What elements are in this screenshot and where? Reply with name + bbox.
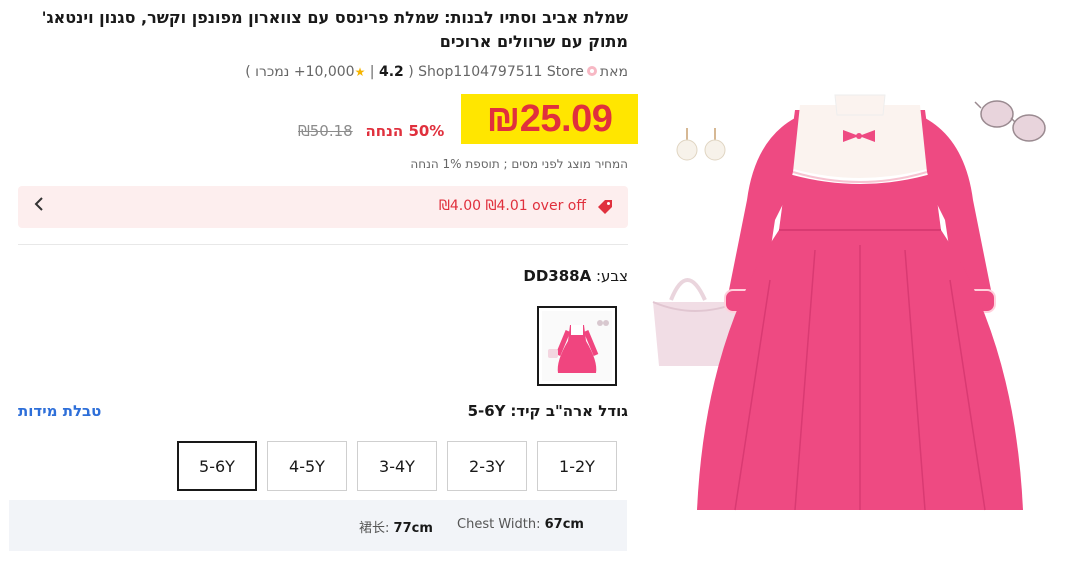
chest-width-value: 67cm <box>544 517 584 532</box>
star-icon: ★ <box>354 65 366 79</box>
sold-prefix: + <box>293 64 306 80</box>
length-measure: 裙长: 77cm <box>359 517 433 536</box>
price-highlight: ₪25.09 <box>461 94 638 144</box>
size-option-4-5y[interactable]: 4-5Y <box>267 441 347 491</box>
product-title: שמלת אביב וסתיו לבנות: שמלת פרינסס עם צו… <box>41 8 628 51</box>
size-options: 5-6Y 4-5Y 3-4Y 2-3Y 1-2Y <box>177 441 617 491</box>
coupon-text: ₪4.00 ₪4.01 over off <box>438 198 586 214</box>
store-icon <box>586 66 597 76</box>
size-chart-link[interactable]: טבלת מידות <box>18 402 101 420</box>
color-swatch-dd388a[interactable] <box>537 306 617 386</box>
store-name-link[interactable]: Shop1104797511 Store <box>418 64 584 80</box>
original-price: ₪50.18 <box>298 122 353 140</box>
sunglasses-accessory <box>974 100 1046 142</box>
size-value: 5-6Y <box>467 402 506 420</box>
current-price: ₪25.09 <box>486 97 613 140</box>
size-measurements: Chest Width: 67cm 裙长: 77cm <box>9 500 627 551</box>
coupon-banner[interactable]: ₪4.00 ₪4.01 over off <box>18 186 628 228</box>
size-option-1-2y[interactable]: 1-2Y <box>537 441 617 491</box>
discount-line: ₪50.18 50% הנחה <box>298 122 444 140</box>
chest-width-label: Chest Width: <box>457 517 541 532</box>
earrings-accessory <box>676 128 726 161</box>
color-row: צבע: DD388A <box>523 267 628 285</box>
sold-label: נמכרו <box>255 64 290 80</box>
pink-dress <box>697 94 1023 511</box>
size-option-5-6y[interactable]: 5-6Y <box>177 441 257 491</box>
store-prefix: מאת <box>599 64 628 80</box>
rating-value: 4.2 <box>378 64 404 80</box>
tax-note: המחיר מוצג לפני מסים ; תוספת 1% הנחה <box>410 157 628 171</box>
swatch-thumbnail-image <box>542 311 612 381</box>
length-value: 77cm <box>393 521 433 536</box>
section-divider <box>18 244 628 245</box>
store-line: מאתShop1104797511 Store ( 10,000★ | 4.2+… <box>245 64 628 80</box>
chevron-left-icon[interactable] <box>34 196 44 216</box>
followers-count: 10,000 <box>305 64 355 80</box>
product-main-image[interactable] <box>645 80 1065 540</box>
chest-width-measure: Chest Width: 67cm <box>457 517 584 532</box>
size-option-2-3y[interactable]: 2-3Y <box>447 441 527 491</box>
color-value: DD388A <box>523 267 592 285</box>
length-label: 裙长: <box>359 521 390 536</box>
coupon-tag-icon <box>598 200 612 214</box>
size-label: גודל ארה"ב קיד: <box>510 402 628 420</box>
size-label-group: גודל ארה"ב קיד: 5-6Y <box>468 402 628 420</box>
discount-badge: 50% הנחה <box>365 122 445 140</box>
color-label: צבע: <box>595 267 628 285</box>
size-option-3-4y[interactable]: 3-4Y <box>357 441 437 491</box>
